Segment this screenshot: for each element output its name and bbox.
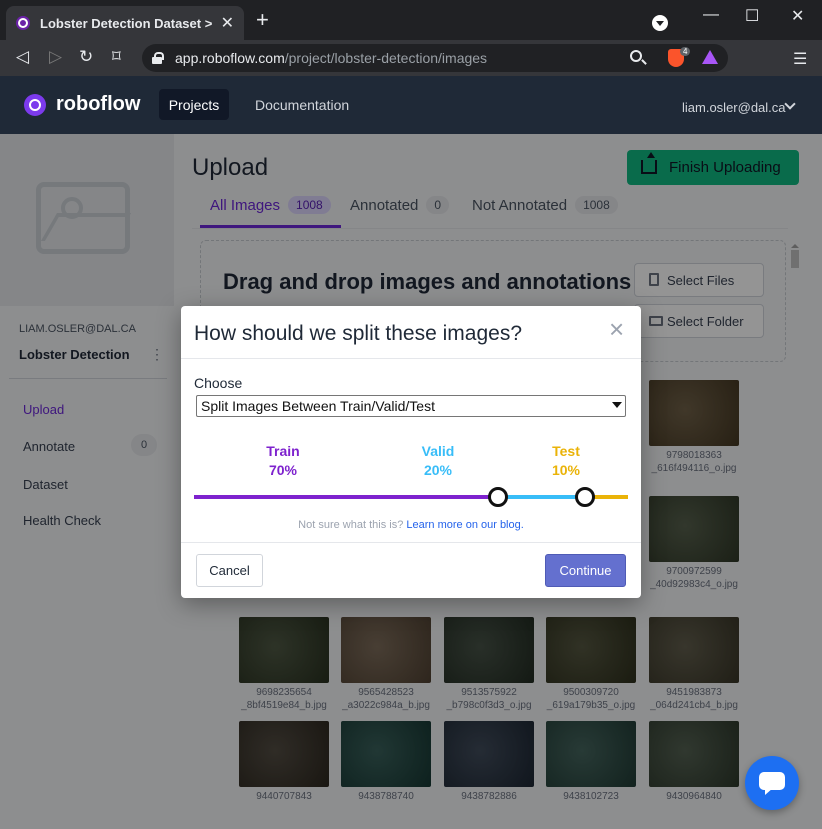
brave-rewards-icon[interactable]	[702, 50, 718, 64]
slider-handle[interactable]	[487, 487, 508, 507]
bookmark-icon[interactable]: ⌑	[112, 47, 121, 67]
dialog-title: How should we split these images?	[194, 322, 523, 345]
test-percent: 10%	[551, 462, 581, 478]
test-split: Test 10%	[526, 443, 606, 478]
roboflow-logo-icon[interactable]	[24, 94, 46, 116]
dialog-divider	[181, 358, 641, 359]
train-percent: 70%	[268, 462, 298, 478]
tab-search-icon[interactable]	[652, 15, 668, 31]
maximize-icon[interactable]: ☐	[745, 6, 759, 26]
tab-title: Lobster Detection Dataset > Uplo	[40, 15, 215, 31]
app-header: roboflow Projects Documentation liam.osl…	[0, 76, 822, 134]
help-text: Not sure what this is? Learn more on our…	[181, 519, 641, 531]
reload-icon[interactable]: ↻	[79, 47, 93, 67]
chevron-down-icon[interactable]	[784, 98, 796, 110]
minimize-icon[interactable]: —	[703, 6, 719, 24]
train-label: Train	[266, 443, 300, 459]
choose-label: Choose	[194, 375, 243, 391]
nav-documentation[interactable]: Documentation	[255, 97, 349, 113]
forward-icon[interactable]: ▷	[49, 47, 62, 67]
test-label: Test	[552, 443, 580, 459]
valid-split: Valid 20%	[398, 443, 478, 478]
close-icon[interactable]: ×	[609, 316, 624, 342]
cancel-button[interactable]: Cancel	[196, 554, 263, 587]
split-dialog: How should we split these images? × Choo…	[181, 306, 641, 598]
dialog-footer-divider	[181, 542, 641, 543]
tab-close-icon[interactable]: ✕	[221, 13, 234, 33]
new-tab-icon[interactable]: +	[256, 9, 269, 31]
lock-icon[interactable]	[152, 52, 164, 64]
url-text[interactable]: app.roboflow.com/project/lobster-detecti…	[175, 50, 487, 66]
slider-handle[interactable]	[574, 487, 595, 507]
valid-label: Valid	[421, 443, 455, 459]
search-zoom-icon[interactable]	[630, 50, 642, 62]
url-path: /project/lobster-detection/images	[284, 50, 488, 66]
chevron-down-icon[interactable]	[612, 402, 622, 408]
valid-percent: 20%	[423, 462, 453, 478]
roboflow-favicon-icon	[16, 16, 30, 30]
browser-tab-bar: Lobster Detection Dataset > Uplo ✕ + — ☐…	[0, 0, 822, 40]
train-split: Train 70%	[243, 443, 323, 478]
user-menu[interactable]: liam.osler@dal.ca	[682, 100, 786, 115]
continue-button[interactable]: Continue	[545, 554, 626, 587]
browser-toolbar: ◁ ▷ ↻ ⌑ app.roboflow.com/project/lobster…	[0, 40, 822, 76]
slider-segment-train	[194, 495, 498, 499]
browser-menu-icon[interactable]: ☰	[793, 49, 807, 69]
chat-support-icon[interactable]	[745, 756, 799, 810]
window-close-icon[interactable]: ✕	[791, 6, 804, 26]
url-host: app.roboflow.com	[175, 50, 285, 66]
nav-projects[interactable]: Projects	[159, 89, 229, 120]
help-question: Not sure what this is?	[298, 519, 404, 531]
split-method-select[interactable]: Split Images Between Train/Valid/Test	[196, 395, 626, 417]
back-icon[interactable]: ◁	[16, 47, 29, 67]
learn-more-link[interactable]: Learn more on our blog.	[406, 519, 523, 531]
browser-tab[interactable]: Lobster Detection Dataset > Uplo ✕	[6, 6, 244, 40]
slider-segment-valid	[497, 495, 585, 499]
logo-text[interactable]: roboflow	[56, 93, 140, 116]
